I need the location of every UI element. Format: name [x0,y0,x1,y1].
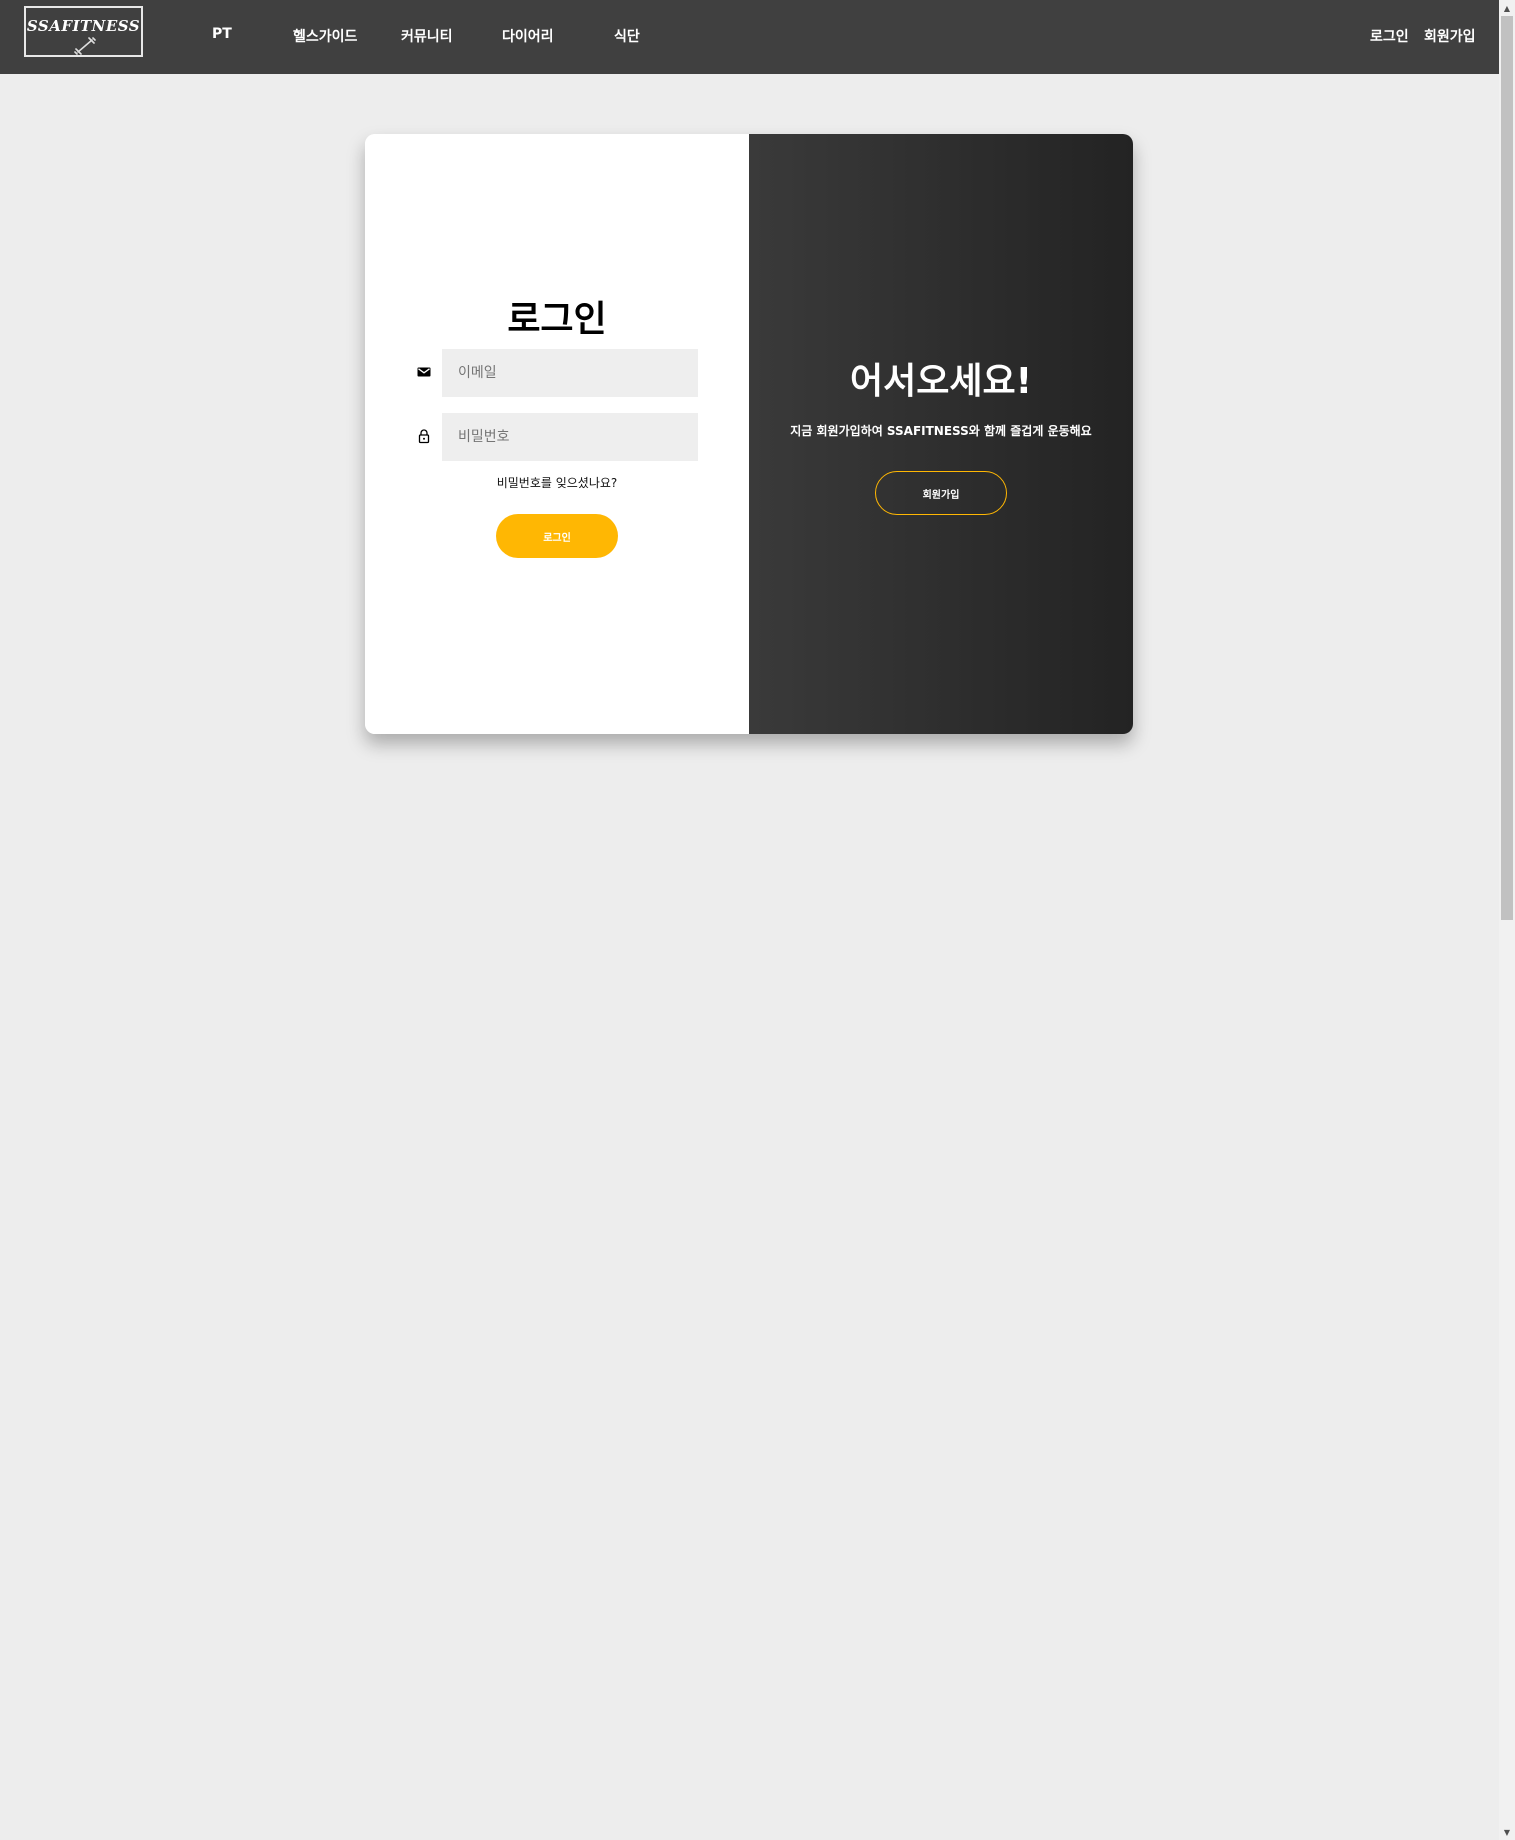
nav-link-pt[interactable]: PT [212,26,232,42]
nav-signup-link[interactable]: 회원가입 [1424,26,1476,46]
logo-text: SSAFITNESS [26,17,141,35]
nav-link-health-guide[interactable]: 헬스가이드 [293,26,357,46]
password-input[interactable] [442,413,698,461]
lock-icon [418,429,430,444]
signup-button[interactable]: 회원가입 [875,471,1007,515]
scroll-down-arrow-icon[interactable]: ▼ [1499,1824,1515,1840]
login-panel: 로그인 비밀번호를 잊으셨나요? 로그인 [365,134,749,734]
page: SSAFITNESS PT 헬스가이드 커뮤니티 다이어리 식단 로그인 회원가… [0,0,1515,1840]
nav-link-community[interactable]: 커뮤니티 [401,26,453,46]
top-navbar: SSAFITNESS PT 헬스가이드 커뮤니티 다이어리 식단 로그인 회원가… [0,0,1499,74]
forgot-password-link[interactable]: 비밀번호를 잊으셨나요? [365,474,749,491]
scroll-up-arrow-icon[interactable]: ▲ [1499,0,1515,16]
welcome-title: 어서오세요! [849,361,1033,402]
login-title: 로그인 [507,299,607,340]
logo[interactable]: SSAFITNESS [24,6,143,57]
auth-card: 로그인 비밀번호를 잊으셨나요? 로그인 어서오세요! 지금 회원가입하여 SS… [365,134,1133,734]
welcome-panel: 어서오세요! 지금 회원가입하여 SSAFITNESS와 함께 즐겁게 운동해요… [749,134,1133,734]
email-input[interactable] [442,349,698,397]
scrollbar-thumb[interactable] [1501,16,1513,920]
nav-link-diary[interactable]: 다이어리 [502,26,554,46]
welcome-subtitle: 지금 회원가입하여 SSAFITNESS와 함께 즐겁게 운동해요 [790,424,1092,438]
login-button[interactable]: 로그인 [496,514,618,558]
dumbbell-icon [74,37,96,55]
nav-login-link[interactable]: 로그인 [1370,26,1409,46]
nav-link-diet[interactable]: 식단 [614,26,640,46]
vertical-scrollbar[interactable]: ▲ ▼ [1499,0,1515,1840]
mail-icon [417,367,431,377]
